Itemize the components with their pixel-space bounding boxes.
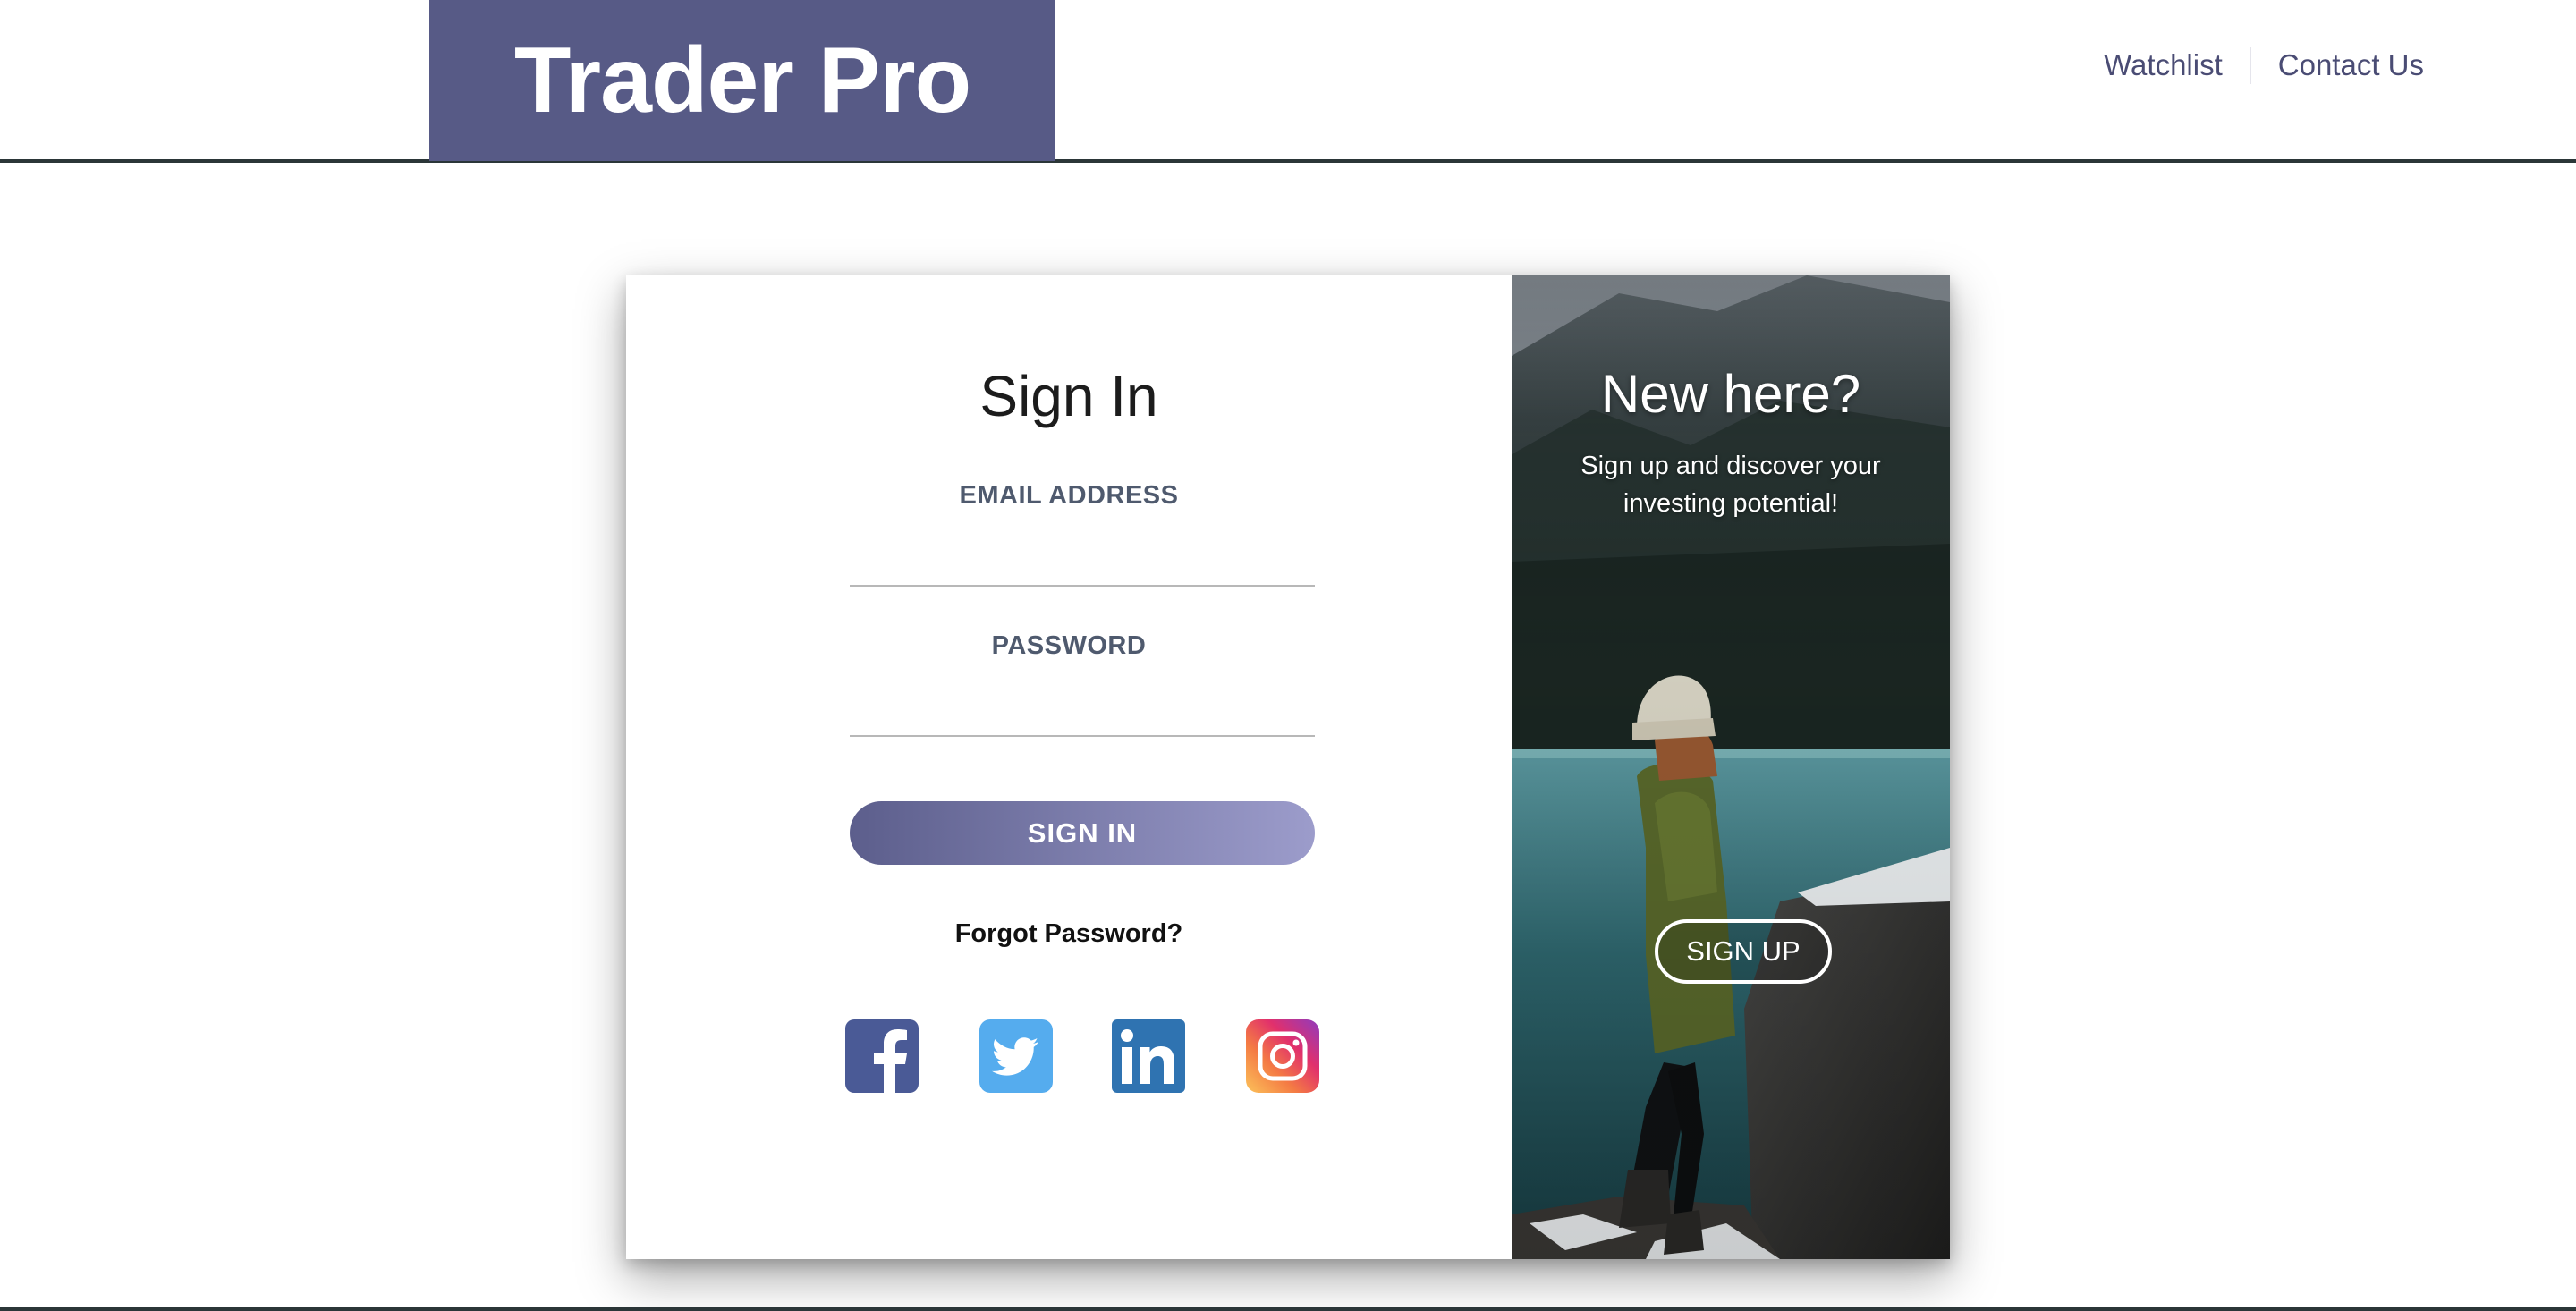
signup-title: New here? bbox=[1600, 364, 1861, 424]
auth-card: Sign In EMAIL ADDRESS PASSWORD SIGN IN F… bbox=[626, 275, 1950, 1259]
email-label: EMAIL ADDRESS bbox=[959, 481, 1179, 510]
signup-subtitle: Sign up and discover your investing pote… bbox=[1580, 452, 1881, 518]
site-header: Trader Pro Watchlist Contact Us bbox=[0, 0, 2576, 163]
nav-contact-link[interactable]: Contact Us bbox=[2251, 45, 2451, 86]
sign-up-button[interactable]: SIGN UP bbox=[1655, 919, 1832, 984]
twitter-icon[interactable] bbox=[979, 1019, 1053, 1093]
signin-title: Sign In bbox=[979, 364, 1158, 428]
sign-in-button[interactable]: SIGN IN bbox=[850, 801, 1315, 865]
email-field[interactable] bbox=[850, 538, 1315, 587]
signin-panel: Sign In EMAIL ADDRESS PASSWORD SIGN IN F… bbox=[626, 275, 1512, 1259]
social-links bbox=[845, 1019, 1319, 1093]
facebook-icon[interactable] bbox=[845, 1019, 919, 1093]
linkedin-icon[interactable] bbox=[1112, 1019, 1185, 1093]
footer-divider bbox=[0, 1307, 2576, 1311]
nav-watchlist-link[interactable]: Watchlist bbox=[2077, 45, 2250, 86]
forgot-password-link[interactable]: Forgot Password? bbox=[626, 919, 1512, 949]
password-field[interactable] bbox=[850, 689, 1315, 737]
signup-panel: New here? Sign up and discover your inve… bbox=[1512, 275, 1950, 1259]
top-nav: Watchlist Contact Us bbox=[2077, 45, 2451, 86]
site-logo[interactable]: Trader Pro bbox=[429, 0, 1055, 161]
password-label: PASSWORD bbox=[991, 631, 1147, 660]
instagram-icon[interactable] bbox=[1246, 1019, 1319, 1093]
